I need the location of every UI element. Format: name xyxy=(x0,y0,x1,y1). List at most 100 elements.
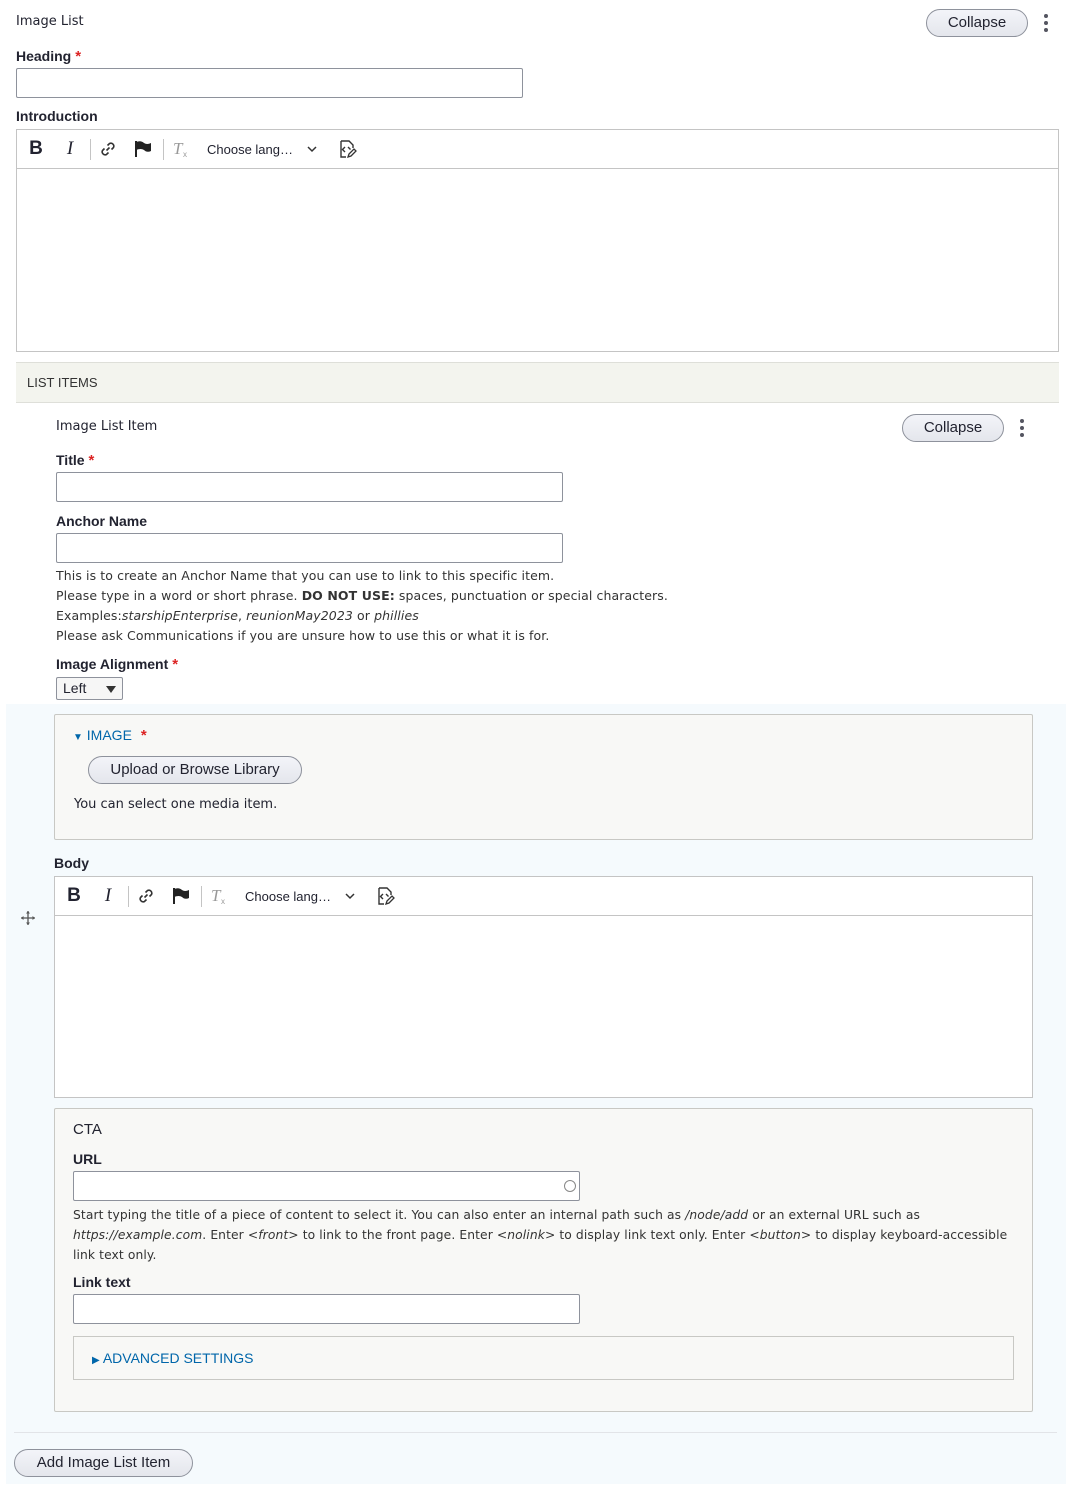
language-select-label: Choose lang… xyxy=(245,888,331,904)
flag-icon[interactable] xyxy=(131,138,155,160)
title-label: Title * xyxy=(56,452,94,469)
italic-icon[interactable]: I xyxy=(59,138,81,160)
collapse-button[interactable]: Collapse xyxy=(926,9,1028,37)
heading-input[interactable] xyxy=(16,68,523,98)
item-type-label: Image List Item xyxy=(56,419,158,434)
anchor-help-text: or xyxy=(357,608,371,623)
body-editor: B I Tx Choose lang… xyxy=(54,876,1033,1098)
image-summary[interactable]: ▼ IMAGE * xyxy=(73,727,147,744)
item-more-actions-icon[interactable] xyxy=(1018,417,1026,439)
upload-browse-button[interactable]: Upload or Browse Library xyxy=(88,756,302,784)
required-mark: * xyxy=(88,452,95,469)
image-alignment-select[interactable]: Left xyxy=(56,677,123,700)
url-help-text: Start typing the title of a piece of con… xyxy=(73,1208,682,1222)
anchor-help-line-4: Please ask Communications if you are uns… xyxy=(56,628,550,643)
anchor-help-warning: DO NOT USE: xyxy=(301,588,395,603)
url-help-text: to display link text only. Enter xyxy=(559,1228,746,1242)
link-icon[interactable] xyxy=(97,138,119,160)
url-help-nolink: <nolink> xyxy=(496,1228,556,1242)
required-mark: * xyxy=(75,48,82,65)
svg-text:x: x xyxy=(183,150,187,159)
more-actions-icon[interactable] xyxy=(1042,12,1050,34)
language-select[interactable]: Choose lang… xyxy=(207,138,323,160)
editor-toolbar: B I Tx Choose lang… xyxy=(55,877,1032,916)
image-help: You can select one media item. xyxy=(74,797,278,812)
drag-handle-icon[interactable] xyxy=(21,911,35,929)
advanced-settings-summary[interactable]: ▶ ADVANCED SETTINGS xyxy=(92,1350,253,1366)
italic-icon[interactable]: I xyxy=(97,885,119,907)
autocomplete-icon xyxy=(564,1180,576,1192)
title-input[interactable] xyxy=(56,472,563,502)
language-select[interactable]: Choose lang… xyxy=(245,885,361,907)
chevron-down-icon xyxy=(345,893,355,900)
anchor-example: reunionMay2023 xyxy=(246,608,353,623)
introduction-label: Introduction xyxy=(16,108,98,124)
anchor-name-input[interactable] xyxy=(56,533,563,563)
svg-text:x: x xyxy=(221,897,225,906)
cta-title: CTA xyxy=(73,1121,102,1138)
anchor-help-line-1: This is to create an Anchor Name that yo… xyxy=(56,568,555,583)
image-alignment-value: Left xyxy=(63,680,87,696)
link-text-label: Link text xyxy=(73,1274,131,1290)
anchor-help-text: , xyxy=(238,608,243,623)
anchor-help-line-3: Examples:starshipEnterprise, reunionMay2… xyxy=(56,608,419,623)
source-editing-icon[interactable] xyxy=(335,138,359,160)
toolbar-divider xyxy=(128,886,129,907)
advanced-settings-label: ADVANCED SETTINGS xyxy=(102,1350,254,1366)
url-label: URL xyxy=(73,1151,102,1167)
remove-format-icon[interactable]: Tx xyxy=(170,138,192,160)
body-label: Body xyxy=(54,855,89,871)
list-items-header: LIST ITEMS xyxy=(16,362,1059,403)
anchor-help-text: Please type in a word or short phrase. xyxy=(56,588,298,603)
url-help-text: . Enter xyxy=(202,1228,244,1242)
anchor-help-line-2: Please type in a word or short phrase. D… xyxy=(56,588,668,603)
url-help-text: to link to the front page. Enter xyxy=(302,1228,493,1242)
bold-icon[interactable]: B xyxy=(63,885,85,907)
anchor-help-text: Examples: xyxy=(56,608,122,623)
list-items-title: LIST ITEMS xyxy=(27,375,98,390)
paragraph-type-label: Image List xyxy=(16,14,84,29)
required-mark: * xyxy=(172,656,179,673)
item-collapse-button[interactable]: Collapse xyxy=(902,414,1004,442)
link-icon[interactable] xyxy=(135,885,157,907)
url-help-path: /node/add xyxy=(685,1208,749,1222)
image-alignment-label: Image Alignment * xyxy=(56,656,178,673)
heading-label: Heading * xyxy=(16,48,81,65)
advanced-settings-details[interactable]: ▶ ADVANCED SETTINGS xyxy=(73,1336,1014,1380)
image-details: ▼ IMAGE * Upload or Browse Library You ca… xyxy=(54,714,1033,840)
anchor-example: phillies xyxy=(374,608,419,623)
url-help: Start typing the title of a piece of con… xyxy=(73,1205,1018,1265)
anchor-name-label: Anchor Name xyxy=(56,513,148,529)
language-select-label: Choose lang… xyxy=(207,141,293,157)
introduction-editor: B I Tx Choose lang… xyxy=(16,129,1059,352)
url-help-button: <button> xyxy=(749,1228,812,1242)
divider xyxy=(14,1432,1057,1433)
heading-label-text: Heading xyxy=(16,48,72,64)
source-editing-icon[interactable] xyxy=(373,885,397,907)
title-label-text: Title xyxy=(56,452,85,468)
triangle-right-icon: ▶ xyxy=(92,1355,100,1366)
image-alignment-label-text: Image Alignment xyxy=(56,656,169,672)
flag-icon[interactable] xyxy=(169,885,193,907)
toolbar-divider xyxy=(90,139,91,160)
url-help-text: text only. xyxy=(99,1248,157,1262)
toolbar-divider xyxy=(163,139,164,160)
toolbar-divider xyxy=(201,886,202,907)
image-summary-label: IMAGE xyxy=(86,727,132,743)
remove-format-icon[interactable]: Tx xyxy=(208,885,230,907)
anchor-help-text: spaces, punctuation or special character… xyxy=(398,588,668,603)
bold-icon[interactable]: B xyxy=(25,138,47,160)
url-help-front: <front> xyxy=(247,1228,299,1242)
url-help-example: https://example.com xyxy=(73,1228,203,1242)
triangle-down-icon: ▼ xyxy=(73,732,83,743)
url-input[interactable] xyxy=(73,1171,580,1201)
chevron-down-icon xyxy=(307,146,317,153)
select-arrow-icon xyxy=(106,686,116,693)
cta-fieldset: CTA URL Start typing the title of a piec… xyxy=(54,1108,1033,1412)
add-image-list-item-button[interactable]: Add Image List Item xyxy=(14,1449,193,1477)
link-text-input[interactable] xyxy=(73,1294,580,1324)
editor-toolbar: B I Tx Choose lang… xyxy=(17,130,1058,169)
anchor-example: starshipEnterprise xyxy=(121,608,239,623)
url-help-text: or an external URL such as xyxy=(752,1208,920,1222)
required-mark: * xyxy=(140,727,147,744)
